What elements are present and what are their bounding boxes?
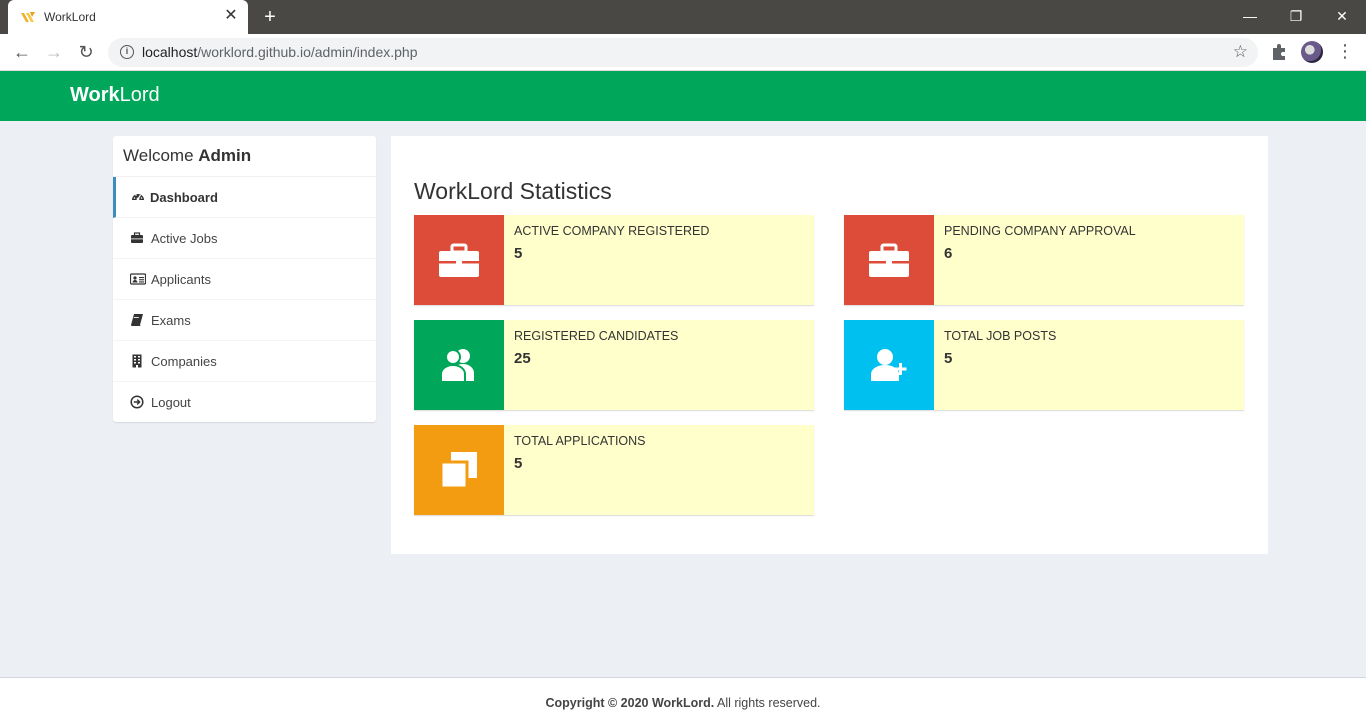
stat-box-pending-approval: PENDING COMPANY APPROVAL 6: [844, 215, 1244, 305]
sidebar-item-companies[interactable]: Companies: [113, 341, 376, 382]
briefcase-icon: [869, 243, 909, 277]
sidebar-item-active-jobs[interactable]: Active Jobs: [113, 218, 376, 259]
extensions-puzzle-icon[interactable]: [1269, 42, 1289, 62]
stat-value: 5: [514, 245, 523, 262]
stat-box-registered-candidates: REGISTERED CANDIDATES 25: [414, 320, 814, 410]
profile-avatar[interactable]: [1301, 41, 1323, 63]
url-path: /worklord.github.io/admin/index.php: [197, 44, 418, 60]
stat-value: 5: [514, 455, 523, 472]
sidebar: Welcome Admin Dashboard Active Jobs Appl…: [113, 136, 376, 422]
address-card-icon: [130, 273, 146, 285]
book-icon: [131, 314, 143, 326]
bookmark-star-icon[interactable]: ☆: [1233, 42, 1248, 62]
stat-label: TOTAL JOB POSTS: [944, 329, 1057, 343]
worklord-favicon-icon: [21, 12, 35, 22]
app-header: WorkLord: [0, 71, 1366, 121]
url-text: localhost/worklord.github.io/admin/index…: [142, 44, 418, 60]
stat-value: 6: [944, 245, 953, 262]
url-input[interactable]: i localhost/worklord.github.io/admin/ind…: [108, 38, 1258, 67]
welcome-name: Admin: [198, 146, 252, 165]
sidebar-item-label: Companies: [151, 354, 217, 369]
browser-menu-icon[interactable]: ⋮: [1336, 41, 1354, 61]
sidebar-item-label: Exams: [151, 313, 191, 328]
forward-arrow-icon[interactable]: →: [42, 40, 66, 64]
stat-label: PENDING COMPANY APPROVAL: [944, 224, 1136, 238]
stat-label: TOTAL APPLICATIONS: [514, 434, 646, 448]
page-title: WorkLord Statistics: [414, 178, 612, 204]
stat-box-total-applications: TOTAL APPLICATIONS 5: [414, 425, 814, 515]
close-window-button[interactable]: ✕: [1319, 4, 1365, 28]
sidebar-item-label: Active Jobs: [151, 231, 218, 246]
sidebar-item-exams[interactable]: Exams: [113, 300, 376, 341]
stat-icon-container: [414, 215, 504, 305]
stat-label: ACTIVE COMPANY REGISTERED: [514, 224, 710, 238]
url-host: localhost: [142, 44, 198, 60]
sidebar-item-applicants[interactable]: Applicants: [113, 259, 376, 300]
copyright-text: Copyright © 2020 WorkLord. All rights re…: [0, 696, 1366, 710]
building-icon: [132, 354, 142, 368]
user-plus-icon: [871, 349, 907, 381]
browser-tab[interactable]: WorkLord ✕: [8, 0, 248, 34]
back-arrow-icon[interactable]: ←: [10, 40, 34, 64]
stat-icon-container: [844, 320, 934, 410]
reload-icon[interactable]: ↻: [74, 40, 98, 64]
welcome-heading: Welcome Admin: [113, 136, 376, 177]
statistics-panel: WorkLord Statistics ACTIVE COMPANY REGIS…: [391, 136, 1268, 554]
welcome-prefix: Welcome: [123, 146, 199, 165]
copyright-rights: All rights reserved.: [714, 696, 821, 710]
restore-button[interactable]: ❐: [1273, 4, 1319, 28]
app-logo[interactable]: WorkLord: [70, 84, 160, 107]
page-footer: Copyright © 2020 WorkLord. All rights re…: [0, 677, 1366, 724]
stat-box-total-job-posts: TOTAL JOB POSTS 5: [844, 320, 1244, 410]
stat-value: 25: [514, 350, 531, 367]
stat-icon-container: [414, 320, 504, 410]
stat-label: REGISTERED CANDIDATES: [514, 329, 679, 343]
clone-icon: [439, 452, 477, 490]
new-tab-button[interactable]: +: [258, 5, 282, 29]
logout-icon: [130, 395, 144, 409]
stat-icon-container: [414, 425, 504, 515]
sidebar-item-logout[interactable]: Logout: [113, 382, 376, 423]
dashboard-icon: [132, 194, 144, 201]
copyright-bold: Copyright © 2020 WorkLord.: [545, 696, 715, 710]
sidebar-item-dashboard[interactable]: Dashboard: [113, 177, 376, 218]
sidebar-item-label: Applicants: [151, 272, 211, 287]
minimize-button[interactable]: —: [1227, 4, 1273, 28]
logo-regular: Lord: [119, 84, 160, 106]
users-icon: [440, 349, 474, 383]
site-info-icon[interactable]: i: [120, 45, 134, 59]
browser-tab-bar: WorkLord ✕ + — ❐ ✕: [0, 0, 1366, 34]
stat-box-active-companies: ACTIVE COMPANY REGISTERED 5: [414, 215, 814, 305]
briefcase-icon: [439, 243, 479, 277]
tab-close-icon[interactable]: ✕: [222, 7, 240, 25]
address-bar: ← → ↻ i localhost/worklord.github.io/adm…: [0, 34, 1366, 71]
stat-icon-container: [844, 215, 934, 305]
sidebar-item-label: Logout: [151, 395, 191, 410]
sidebar-item-label: Dashboard: [150, 190, 218, 205]
logo-bold: Work: [70, 84, 120, 106]
briefcase-icon: [131, 232, 143, 243]
tab-title: WorkLord: [44, 10, 96, 24]
stat-value: 5: [944, 350, 953, 367]
